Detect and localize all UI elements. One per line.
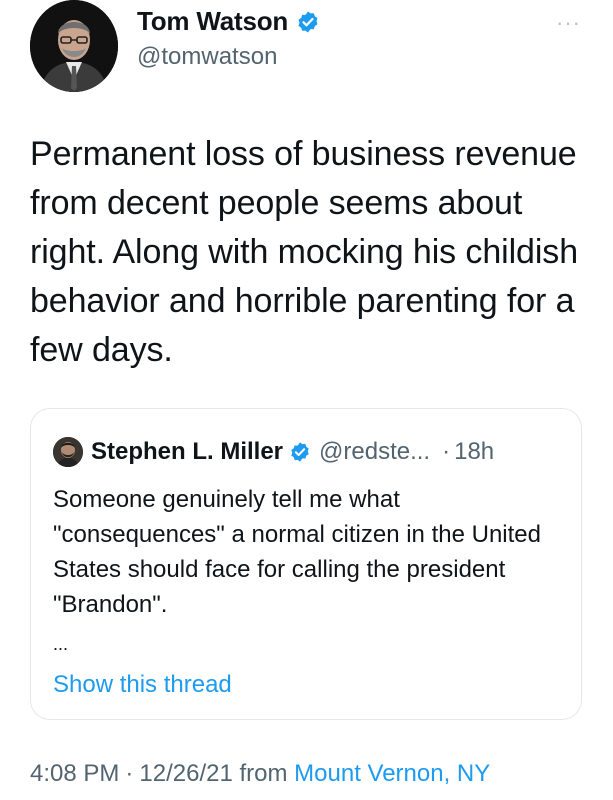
show-thread-link[interactable]: Show this thread <box>53 671 232 699</box>
separator-dot: · <box>125 760 134 787</box>
author-name[interactable]: Tom Watson <box>137 6 288 37</box>
separator-dot: · <box>442 438 451 465</box>
avatar-photo <box>53 437 83 467</box>
quoted-author-avatar[interactable] <box>53 437 83 467</box>
author-handle[interactable]: @tomwatson <box>137 43 320 71</box>
verified-badge-icon <box>289 441 311 463</box>
verified-badge-icon <box>296 10 320 34</box>
quoted-tweet-card[interactable]: Stephen L. Miller @redste... · 18h Someo… <box>30 408 582 720</box>
quoted-tweet-time: 18h <box>454 438 495 465</box>
quoted-author-handle: @redste... <box>319 438 431 465</box>
tweet-time[interactable]: 4:08 PM <box>30 760 119 787</box>
author-name-row: Tom Watson <box>137 6 320 37</box>
tweet-location-link[interactable]: Mount Vernon, NY <box>294 760 490 787</box>
quoted-tweet-header: Stephen L. Miller @redste... · 18h <box>53 437 494 467</box>
more-options-icon[interactable]: ··· <box>556 10 581 36</box>
tweet-metadata: 4:08 PM · 12/26/21 from Mount Vernon, NY <box>30 760 490 788</box>
avatar-photo <box>30 0 118 92</box>
author-block: Tom Watson @tomwatson <box>137 6 320 71</box>
truncation-ellipsis: ... <box>53 634 69 654</box>
tweet-date[interactable]: 12/26/21 <box>139 760 232 787</box>
author-avatar[interactable] <box>30 0 118 92</box>
from-label: from <box>239 760 288 787</box>
tweet-text: Permanent loss of business revenue from … <box>30 135 579 369</box>
quoted-author-name: Stephen L. Miller <box>91 438 284 465</box>
quoted-tweet-text: Someone genuinely tell me what "conseque… <box>53 486 541 618</box>
